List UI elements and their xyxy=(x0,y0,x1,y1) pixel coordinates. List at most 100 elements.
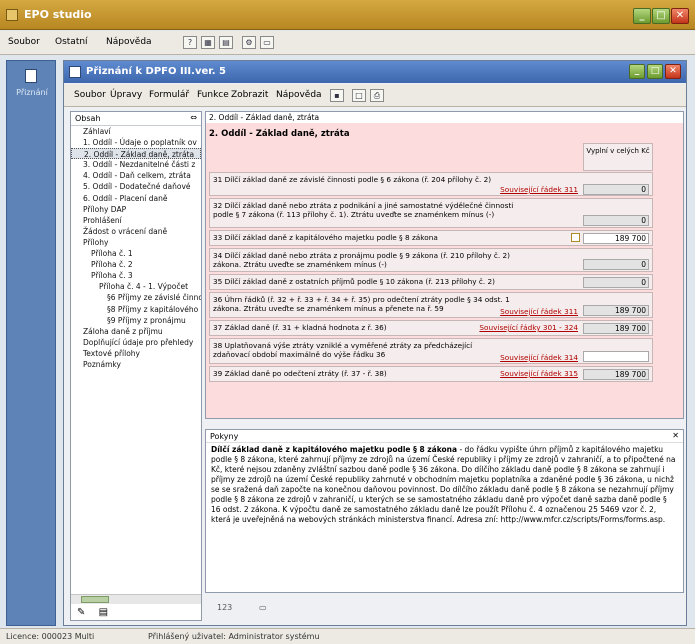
contents-header-label: Obsah xyxy=(75,114,101,123)
close-help-icon[interactable]: ✕ xyxy=(672,431,679,440)
user-text: Přihlášený uživatel: Administrator systé… xyxy=(148,632,320,641)
form-menu-napoveda[interactable]: Nápověda xyxy=(276,90,322,100)
tree-item[interactable]: Přílohy xyxy=(71,237,201,248)
help-header: Pokyny ✕ xyxy=(206,430,683,443)
form-menu-funkce[interactable]: Funkce xyxy=(197,90,229,100)
left-strip: Přiznání xyxy=(6,60,56,626)
form-close-button[interactable]: ✕ xyxy=(665,64,681,79)
document-icon[interactable] xyxy=(25,69,37,83)
value-field[interactable]: 189 700 xyxy=(583,233,649,244)
help-body: - do řádku vypište úhrn příjmů z kapitál… xyxy=(211,445,676,524)
form-row-33: 33 Dílčí základ daně z kapitálového maje… xyxy=(209,230,653,246)
tree-item[interactable]: Příloha č. 2 xyxy=(71,259,201,270)
app-window: EPO studio _ □ ✕ Soubor Ostatní Nápověda… xyxy=(0,0,695,644)
left-strip-label[interactable]: Přiznání xyxy=(11,88,53,97)
tree-item[interactable]: 3. Oddíl - Nezdanitelné části z xyxy=(71,159,201,170)
maximize-button[interactable]: □ xyxy=(652,8,670,24)
tree-item[interactable]: 4. Oddíl - Daň celkem, ztráta xyxy=(71,170,201,181)
value-field[interactable] xyxy=(583,351,649,362)
form-menu-zobrazit[interactable]: Zobrazit xyxy=(231,90,268,100)
main-menubar: Soubor Ostatní Nápověda ? ▦ ▤ ⚙ ▭ xyxy=(0,31,695,55)
help-icon[interactable]: ? xyxy=(183,36,197,49)
contents-tree: Obsah ⇔ Záhlaví 1. Oddíl - Údaje o popla… xyxy=(70,111,202,621)
related-link[interactable]: Související řádek 311 xyxy=(500,307,578,316)
value-field[interactable]: 189 700 xyxy=(583,305,649,316)
status-bar: Licence: 000023 Multi Přihlášený uživate… xyxy=(0,628,695,644)
title-bar[interactable]: EPO studio _ □ ✕ xyxy=(0,0,695,30)
form-minimize-button[interactable]: _ xyxy=(629,64,645,79)
tool-icon[interactable]: ⚙ xyxy=(242,36,256,49)
form-menu-formular[interactable]: Formulář xyxy=(149,90,189,100)
form-maximize-button[interactable]: □ xyxy=(647,64,663,79)
tree-item-selected[interactable]: 2. Oddíl - Základ daně, ztráta xyxy=(71,148,201,160)
contents-hscrollbar[interactable] xyxy=(71,594,201,604)
menu-ostatni[interactable]: Ostatní xyxy=(55,37,88,47)
related-link[interactable]: Související řádky 301 - 324 xyxy=(479,323,578,332)
tree-item[interactable]: Textové přílohy xyxy=(71,348,201,359)
form-title-bar[interactable]: Přiznání k DPFO III.ver. 5 _ □ ✕ xyxy=(64,61,686,83)
value-field[interactable]: 0 xyxy=(583,277,649,288)
row-label: 32 Dílčí základ daně nebo ztráta z podni… xyxy=(213,201,514,219)
tree-item[interactable]: Záloha daně z příjmu xyxy=(71,326,201,337)
form-window: Přiznání k DPFO III.ver. 5 _ □ ✕ Soubor … xyxy=(63,60,687,626)
tree-item[interactable]: §8 Příjmy z kapitálového m xyxy=(71,304,201,315)
tree-item[interactable]: Přílohy DAP xyxy=(71,204,201,215)
tree-item[interactable]: §6 Příjmy ze závislé činnost xyxy=(71,292,201,303)
form-panel: 2. Oddíl - Základ daně, ztráta 2. Oddíl … xyxy=(205,111,684,419)
tree-item[interactable]: Doplňující údaje pro přehledy xyxy=(71,337,201,348)
grid-icon[interactable]: ▦ xyxy=(201,36,215,49)
row-label: 33 Dílčí základ daně z kapitálového maje… xyxy=(213,233,438,242)
row-label: 36 Úhrn řádků (ř. 32 + ř. 33 + ř. 34 + ř… xyxy=(213,295,510,313)
nav-bottom-icons: ✎ ▤ xyxy=(77,607,108,618)
form-title: Přiznání k DPFO III.ver. 5 xyxy=(86,66,226,77)
row-label: 35 Dílčí základ daně z ostatních příjmů … xyxy=(213,277,496,286)
form-menu-upravy[interactable]: Úpravy xyxy=(110,90,142,100)
value-field[interactable]: 189 700 xyxy=(583,369,649,380)
minimize-button[interactable]: _ xyxy=(633,8,651,24)
value-field[interactable]: 189 700 xyxy=(583,323,649,334)
layout-icon[interactable]: ▭ xyxy=(259,603,267,612)
value-field[interactable]: 0 xyxy=(583,184,649,195)
form-menu-soubor[interactable]: Soubor xyxy=(74,90,106,100)
pin-icon[interactable]: ⇔ xyxy=(190,113,197,122)
tree-item[interactable]: 6. Oddíl - Placení daně xyxy=(71,193,201,204)
help-header-label: Pokyny xyxy=(210,432,239,441)
tree-item[interactable]: 1. Oddíl - Údaje o poplatník ov xyxy=(71,137,201,148)
row-checkbox[interactable] xyxy=(571,233,580,242)
scroll-thumb[interactable] xyxy=(81,596,109,603)
page-indicator: 123 xyxy=(217,603,233,612)
row-label: 34 Dílčí základ daně nebo ztráta z proná… xyxy=(213,251,511,269)
related-link[interactable]: Související řádek 315 xyxy=(500,369,578,378)
related-link[interactable]: Související řádek 314 xyxy=(500,353,578,362)
print-icon[interactable]: ⎙ xyxy=(370,89,384,102)
tree-item[interactable]: §9 Příjmy z pronájmu xyxy=(71,315,201,326)
close-button[interactable]: ✕ xyxy=(671,8,689,24)
tree-item[interactable]: 5. Oddíl - Dodatečné daňové xyxy=(71,181,201,192)
tree-item[interactable]: Prohlášení xyxy=(71,215,201,226)
tree-item[interactable]: Poznámky xyxy=(71,359,201,370)
related-link[interactable]: Související řádek 311 xyxy=(500,185,578,194)
tree-item[interactable]: Příloha č. 3 xyxy=(71,270,201,281)
menu-soubor[interactable]: Soubor xyxy=(8,37,40,47)
window-icon[interactable]: ▭ xyxy=(260,36,274,49)
value-field[interactable]: 0 xyxy=(583,215,649,226)
menu-napoveda[interactable]: Nápověda xyxy=(106,37,152,47)
breadcrumb: 2. Oddíl - Základ daně, ztráta xyxy=(206,112,683,123)
form-row-32: 32 Dílčí základ daně nebo ztráta z podni… xyxy=(209,198,653,228)
grid2-icon[interactable]: ▤ xyxy=(219,36,233,49)
save-icon[interactable]: ▪ xyxy=(330,89,344,102)
tree-item[interactable]: Příloha č. 1 xyxy=(71,248,201,259)
form-bottom-bar: 123 ▭ xyxy=(205,597,684,619)
value-field[interactable]: 0 xyxy=(583,259,649,270)
tree-item[interactable]: Příloha č. 4 - 1. Výpočet xyxy=(71,281,201,292)
form-row-37: 37 Základ daně (ř. 31 + kladná hodnota z… xyxy=(209,320,653,336)
edit-icon[interactable]: ▤ xyxy=(99,607,108,618)
pen-icon[interactable]: ✎ xyxy=(77,607,85,618)
form-row-38: 38 Uplatňovaná výše ztráty vzniklé a vym… xyxy=(209,338,653,364)
new-doc-icon[interactable]: □ xyxy=(352,89,366,102)
form-row-35: 35 Dílčí základ daně z ostatních příjmů … xyxy=(209,274,653,290)
tree-item[interactable]: Žádost o vrácení daně xyxy=(71,226,201,237)
contents-list: Záhlaví 1. Oddíl - Údaje o poplatník ov … xyxy=(71,126,201,370)
tree-item[interactable]: Záhlaví xyxy=(71,126,201,137)
help-panel: Pokyny ✕ Dílčí základ daně z kapitálovéh… xyxy=(205,429,684,593)
